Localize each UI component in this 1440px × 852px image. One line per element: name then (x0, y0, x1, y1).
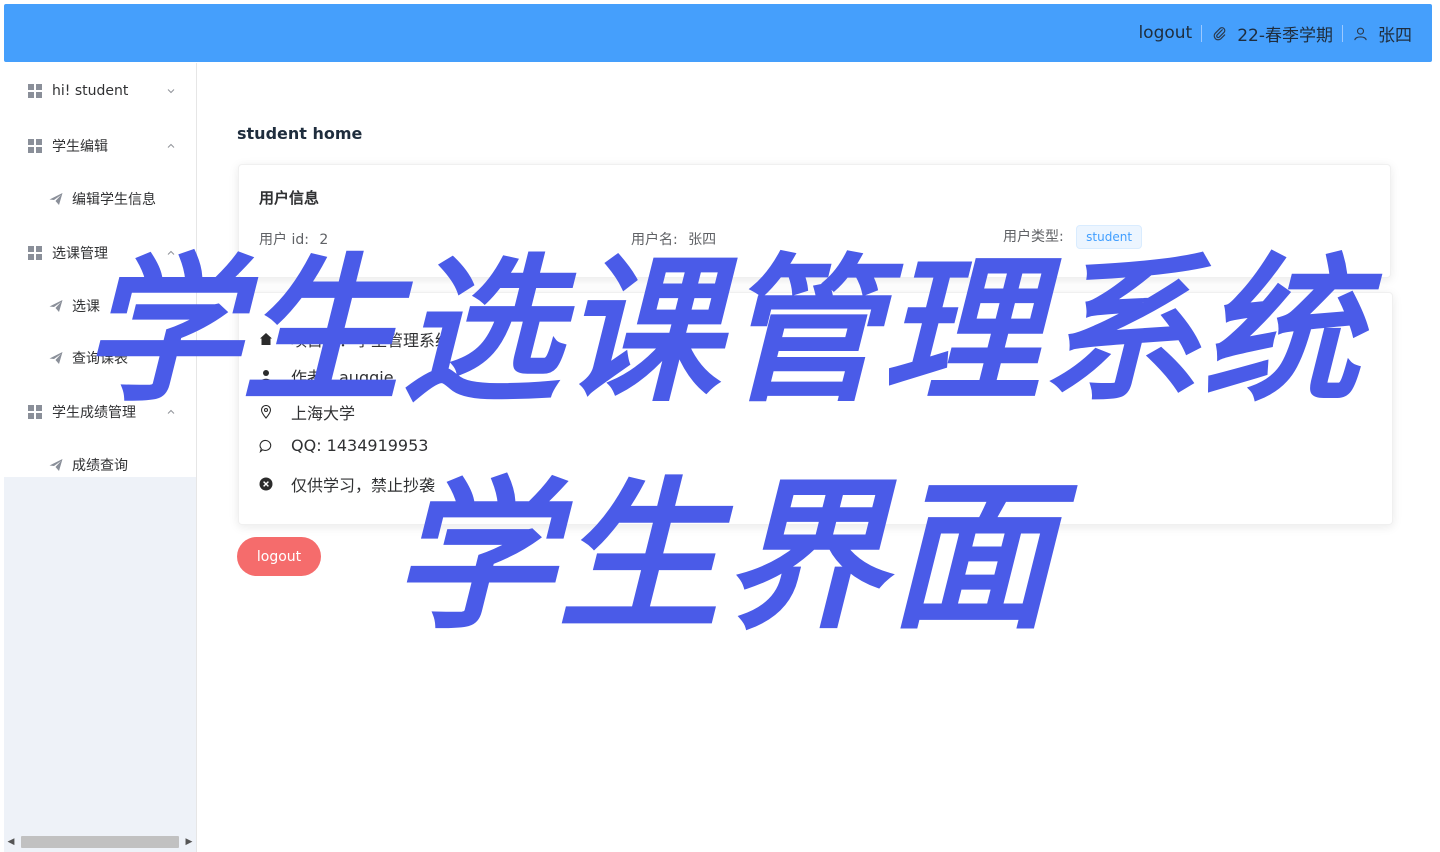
chevron-up-icon (167, 143, 175, 148)
scroll-right-arrow-icon[interactable]: ▶ (182, 834, 196, 850)
header-username[interactable]: 张四 (1378, 21, 1412, 46)
menu-group-label: 学生成绩管理 (52, 404, 136, 421)
project-info-card: 项目名：学生管理系统 作者：auggie 上海大学 QQ: 1434919953… (238, 292, 1393, 525)
paperclip-icon (1211, 25, 1227, 41)
menu-item-label: 成绩查询 (72, 458, 128, 474)
chat-bubble-icon (259, 439, 273, 453)
circle-close-icon (259, 477, 273, 491)
location-pin-icon (259, 405, 273, 419)
card-title: 用户信息 (259, 189, 320, 207)
grid-icon (28, 83, 42, 98)
sidebar-horizontal-scrollbar[interactable]: ◀ ▶ (4, 834, 197, 850)
send-icon (49, 352, 63, 364)
project-name-row: 项目名：学生管理系统 (259, 327, 451, 351)
user-type-tag: student (1076, 225, 1143, 249)
qq-text: QQ: 1434919953 (291, 436, 429, 455)
header-right: logout 22-春季学期 张四 (1138, 4, 1412, 62)
menu-group-label: 选课管理 (52, 245, 108, 262)
menu-item-label: 编辑学生信息 (72, 192, 156, 208)
divider (1201, 24, 1203, 42)
author-row: 作者：auggie (259, 364, 394, 388)
menu-group-hi-student[interactable]: hi! student (4, 63, 196, 118)
send-icon (49, 193, 63, 205)
user-name-label: 用户名: (631, 232, 678, 248)
term-label: 22-春季学期 (1237, 25, 1333, 46)
menu-item-grade-query[interactable]: 成绩查询 (4, 439, 196, 491)
grid-icon (28, 404, 42, 419)
location-text: 上海大学 (291, 404, 356, 423)
menu-item-select-course[interactable]: 选课 (4, 280, 196, 332)
chevron-down-icon (167, 88, 175, 93)
user-info-card: 用户信息 用户 id: 2 用户名: 张四 用户类型: student (238, 164, 1391, 278)
menu-item-label: 选课 (72, 299, 100, 315)
notice-row: 仅供学习，禁止抄袭 (259, 472, 435, 496)
menu-item-edit-student-info[interactable]: 编辑学生信息 (4, 173, 196, 225)
user-name-field: 用户名: 张四 (631, 229, 716, 249)
home-icon (259, 332, 273, 346)
user-type-field: 用户类型: student (1003, 225, 1143, 249)
header-bar: logout 22-春季学期 张四 (4, 4, 1432, 62)
user-type-label: 用户类型: (1003, 229, 1064, 245)
menu-group-label: hi! student (52, 82, 129, 99)
page-title: student home (237, 124, 363, 143)
chevron-up-icon (167, 409, 175, 414)
menu-group-student-edit[interactable]: 学生编辑 (4, 118, 196, 173)
scroll-left-arrow-icon[interactable]: ◀ (4, 834, 18, 850)
menu-group-label: 学生编辑 (52, 138, 108, 155)
grid-icon (28, 245, 42, 260)
user-icon (1352, 25, 1368, 41)
user-id-label: 用户 id: (259, 232, 309, 248)
menu-item-query-schedule[interactable]: 查询课表 (4, 332, 196, 384)
sidebar-menu: hi! student 学生编辑 编辑学生信息 选课管理 选课 查询课表 学生成… (4, 63, 196, 477)
send-icon (49, 300, 63, 312)
header-logout-link[interactable]: logout (1138, 23, 1192, 43)
author-text: 作者：auggie (291, 368, 394, 387)
send-icon (49, 459, 63, 471)
divider (1342, 24, 1343, 42)
scrollbar-thumb[interactable] (21, 836, 179, 848)
menu-group-grade-management[interactable]: 学生成绩管理 (4, 384, 196, 439)
project-name-text: 项目名：学生管理系统 (291, 331, 452, 350)
menu-item-label: 查询课表 (72, 351, 128, 367)
location-row: 上海大学 (259, 400, 355, 424)
chevron-up-icon (167, 250, 175, 255)
grid-icon (28, 138, 42, 153)
menu-group-course-management[interactable]: 选课管理 (4, 225, 196, 280)
notice-text: 仅供学习，禁止抄袭 (291, 476, 436, 495)
logout-button[interactable]: logout (237, 537, 321, 576)
person-icon (259, 369, 273, 383)
user-id-field: 用户 id: 2 (259, 229, 328, 249)
user-id-value: 2 (319, 232, 329, 248)
app-root: logout 22-春季学期 张四 hi! student 学生编辑 编辑学生信… (0, 0, 1440, 852)
qq-row: QQ: 1434919953 (259, 436, 428, 455)
sidebar: hi! student 学生编辑 编辑学生信息 选课管理 选课 查询课表 学生成… (4, 63, 197, 852)
user-name-value: 张四 (688, 232, 717, 248)
